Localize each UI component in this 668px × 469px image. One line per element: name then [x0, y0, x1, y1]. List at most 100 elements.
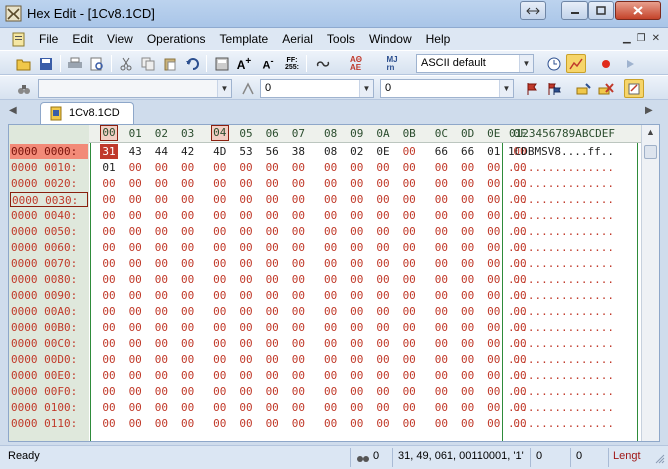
ascii-row[interactable]: ................ [508, 176, 614, 191]
ascii-row[interactable]: ................ [508, 272, 614, 287]
hex-byte[interactable]: 00 [100, 352, 118, 367]
hex-byte[interactable]: 00 [348, 416, 366, 431]
hex-byte[interactable]: 00 [485, 160, 503, 175]
hex-byte[interactable]: 00 [400, 288, 418, 303]
hex-byte[interactable]: 00 [211, 336, 229, 351]
hex-byte[interactable]: 00 [322, 272, 340, 287]
hex-byte[interactable]: 00 [263, 272, 281, 287]
hex-byte[interactable]: 00 [179, 240, 197, 255]
hex-byte[interactable]: 00 [100, 192, 118, 207]
hex-byte[interactable]: 00 [237, 224, 255, 239]
menu-view[interactable]: View [100, 29, 140, 49]
hex-byte[interactable]: 01 [100, 160, 118, 175]
hex-byte[interactable]: 00 [289, 224, 307, 239]
ascii-row[interactable]: ................ [508, 160, 614, 175]
hex-byte[interactable]: 00 [348, 224, 366, 239]
hex-byte[interactable]: 00 [289, 416, 307, 431]
hex-byte[interactable]: 00 [289, 384, 307, 399]
hex-byte[interactable]: 00 [400, 320, 418, 335]
hex-byte[interactable]: 00 [152, 176, 170, 191]
row-address[interactable]: 0000 00D0: [10, 352, 88, 367]
hex-byte[interactable]: 00 [211, 416, 229, 431]
hex-byte[interactable]: 00 [263, 400, 281, 415]
hex-byte[interactable]: 00 [485, 288, 503, 303]
hex-byte[interactable]: 00 [374, 352, 392, 367]
hex-byte[interactable]: 00 [432, 240, 450, 255]
hex-byte[interactable]: 00 [400, 176, 418, 191]
hex-byte[interactable]: 4D [211, 144, 229, 159]
hex-byte[interactable]: 00 [400, 384, 418, 399]
hex-byte[interactable]: 00 [432, 368, 450, 383]
hex-byte[interactable]: 00 [322, 224, 340, 239]
hex-byte[interactable]: 00 [432, 352, 450, 367]
menu-edit[interactable]: Edit [65, 29, 100, 49]
hex-byte[interactable]: 00 [237, 208, 255, 223]
close-window-button[interactable] [615, 1, 661, 20]
copy-button[interactable] [138, 54, 158, 73]
hex-byte[interactable]: 38 [289, 144, 307, 159]
hex-byte[interactable]: 00 [237, 240, 255, 255]
hex-byte[interactable]: 00 [179, 160, 197, 175]
hex-byte[interactable]: 00 [179, 288, 197, 303]
search-replace-button[interactable]: AΘ AE [346, 54, 366, 73]
print-button[interactable] [65, 54, 85, 73]
hex-byte[interactable]: 00 [211, 320, 229, 335]
hex-byte[interactable]: 00 [100, 240, 118, 255]
flag-button[interactable] [522, 79, 542, 98]
tab-scroll-left-icon[interactable]: ◀ [9, 105, 17, 116]
hex-byte[interactable]: 00 [432, 272, 450, 287]
hex-byte[interactable]: 00 [485, 256, 503, 271]
hex-byte[interactable]: 02 [348, 144, 366, 159]
hex-byte[interactable]: 00 [485, 416, 503, 431]
hex-byte[interactable]: 00 [432, 400, 450, 415]
hex-byte[interactable]: 00 [400, 304, 418, 319]
hex-byte[interactable]: 00 [289, 256, 307, 271]
hex-byte[interactable]: 00 [374, 208, 392, 223]
hex-byte[interactable]: 00 [374, 272, 392, 287]
hex-byte[interactable]: 00 [459, 368, 477, 383]
search-combo[interactable]: ▼ [38, 79, 232, 98]
row-address[interactable]: 0000 00B0: [10, 320, 88, 335]
hex-byte[interactable]: 00 [459, 400, 477, 415]
hex-byte[interactable]: 00 [211, 176, 229, 191]
hex-byte[interactable]: 00 [152, 224, 170, 239]
hex-byte[interactable]: 43 [126, 144, 144, 159]
hex-byte[interactable]: 00 [126, 240, 144, 255]
hex-byte[interactable]: 00 [322, 176, 340, 191]
ascii-row[interactable]: ................ [508, 208, 614, 223]
row-address[interactable]: 0000 0060: [10, 240, 88, 255]
hex-view[interactable]: 0123456789ABCDEF 00 01 02 03 04 05 06 07 08 09 0A 0… [8, 124, 660, 442]
hex-byte[interactable]: 00 [126, 336, 144, 351]
hex-byte[interactable]: 00 [374, 320, 392, 335]
hex-byte[interactable]: 00 [348, 320, 366, 335]
hex-byte[interactable]: 00 [289, 208, 307, 223]
hex-byte[interactable]: 00 [179, 224, 197, 239]
menu-help[interactable]: Help [419, 29, 458, 49]
row-address[interactable]: 0000 0020: [10, 176, 88, 191]
hex-byte[interactable]: 00 [432, 304, 450, 319]
bookmark-button[interactable] [313, 54, 333, 73]
uppercase-button[interactable]: A+ [234, 54, 254, 73]
charset-select[interactable]: ASCII default ▼ [416, 54, 534, 73]
hex-byte[interactable]: 00 [211, 240, 229, 255]
hex-byte[interactable]: 00 [289, 240, 307, 255]
hex-byte[interactable]: 00 [263, 160, 281, 175]
hex-byte[interactable]: 00 [374, 400, 392, 415]
hex-byte[interactable]: 00 [400, 416, 418, 431]
address-combo[interactable]: 0 ▼ [260, 79, 374, 98]
hex-byte[interactable]: 00 [289, 288, 307, 303]
hex-byte[interactable]: 00 [459, 352, 477, 367]
hex-byte[interactable]: 00 [289, 176, 307, 191]
hex-byte[interactable]: 00 [459, 320, 477, 335]
hex-byte[interactable]: 00 [432, 208, 450, 223]
hex-byte[interactable]: 00 [152, 240, 170, 255]
vertical-scrollbar[interactable]: ▲ [641, 125, 659, 441]
minimize-button[interactable] [561, 1, 588, 20]
hex-byte[interactable]: 00 [432, 192, 450, 207]
tab-1cv8[interactable]: 1Cv8.1CD [40, 102, 134, 124]
hex-byte[interactable]: 00 [152, 416, 170, 431]
hex-byte[interactable]: 00 [348, 176, 366, 191]
lowercase-button[interactable]: A- [258, 54, 278, 73]
maximize-button[interactable] [588, 1, 614, 20]
ascii-row[interactable]: ................ [508, 320, 614, 335]
